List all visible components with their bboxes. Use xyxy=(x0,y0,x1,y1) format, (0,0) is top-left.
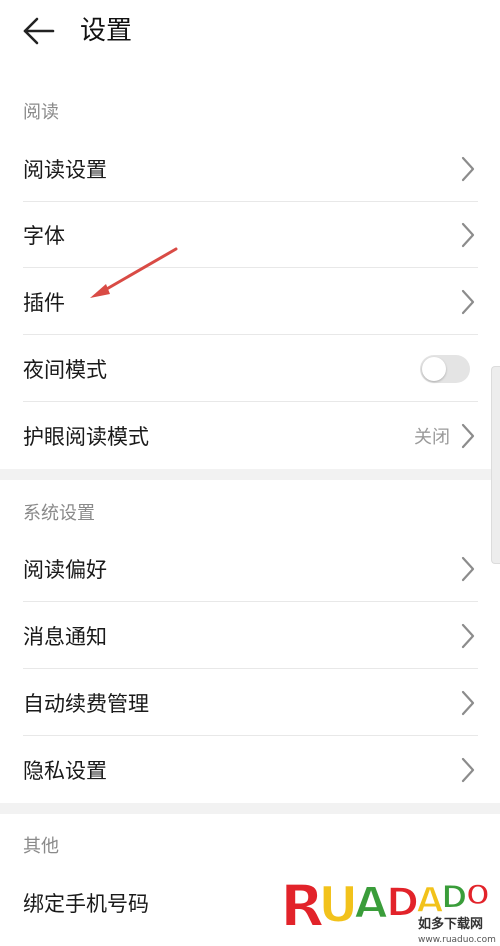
scrollbar[interactable] xyxy=(491,366,500,564)
eye-mode-value: 关闭 xyxy=(414,427,450,448)
toggle-knob xyxy=(422,357,446,381)
divider xyxy=(23,668,478,669)
row-label: 夜间模式 xyxy=(23,358,107,382)
chevron-right-icon xyxy=(461,289,475,315)
chevron-right-icon xyxy=(461,156,475,182)
divider xyxy=(23,334,478,335)
row-reading-settings[interactable]: 阅读设置 xyxy=(0,136,500,202)
back-button[interactable] xyxy=(22,14,56,48)
section-label-other: 其他 xyxy=(23,836,59,857)
section-label-system: 系统设置 xyxy=(23,503,95,524)
row-font[interactable]: 字体 xyxy=(0,202,500,268)
row-label: 阅读偏好 xyxy=(23,558,107,582)
page-title: 设置 xyxy=(80,16,133,46)
row-notifications[interactable]: 消息通知 xyxy=(0,603,500,669)
chevron-right-icon xyxy=(461,556,475,582)
divider xyxy=(23,601,478,602)
section-label-reading: 阅读 xyxy=(23,102,59,123)
divider xyxy=(23,735,478,736)
divider xyxy=(23,267,478,268)
row-auto-renew[interactable]: 自动续费管理 xyxy=(0,670,500,736)
chevron-right-icon xyxy=(461,623,475,649)
app-header: 设置 xyxy=(0,0,500,64)
row-night-mode[interactable]: 夜间模式 xyxy=(0,336,500,402)
row-label: 护眼阅读模式 xyxy=(23,425,149,449)
chevron-right-icon xyxy=(461,222,475,248)
night-mode-toggle[interactable] xyxy=(420,355,470,383)
row-bind-phone[interactable]: 绑定手机号码 xyxy=(0,870,500,936)
row-label: 字体 xyxy=(23,224,65,248)
row-label: 插件 xyxy=(23,291,65,315)
row-eye-protection[interactable]: 护眼阅读模式 关闭 xyxy=(0,403,500,469)
section-separator xyxy=(0,469,500,480)
svg-text:www.ruaduo.com: www.ruaduo.com xyxy=(418,935,496,945)
divider xyxy=(23,401,478,402)
section-separator xyxy=(0,803,500,814)
row-plugins[interactable]: 插件 xyxy=(0,269,500,335)
chevron-right-icon xyxy=(461,757,475,783)
row-privacy[interactable]: 隐私设置 xyxy=(0,737,500,803)
row-reading-preferences[interactable]: 阅读偏好 xyxy=(0,536,500,602)
back-arrow-icon xyxy=(23,17,55,45)
chevron-right-icon xyxy=(461,690,475,716)
row-label: 消息通知 xyxy=(23,625,107,649)
row-label: 隐私设置 xyxy=(23,759,107,783)
chevron-right-icon xyxy=(461,423,475,449)
row-label: 阅读设置 xyxy=(23,158,107,182)
row-label: 自动续费管理 xyxy=(23,692,149,716)
row-label: 绑定手机号码 xyxy=(23,892,149,916)
